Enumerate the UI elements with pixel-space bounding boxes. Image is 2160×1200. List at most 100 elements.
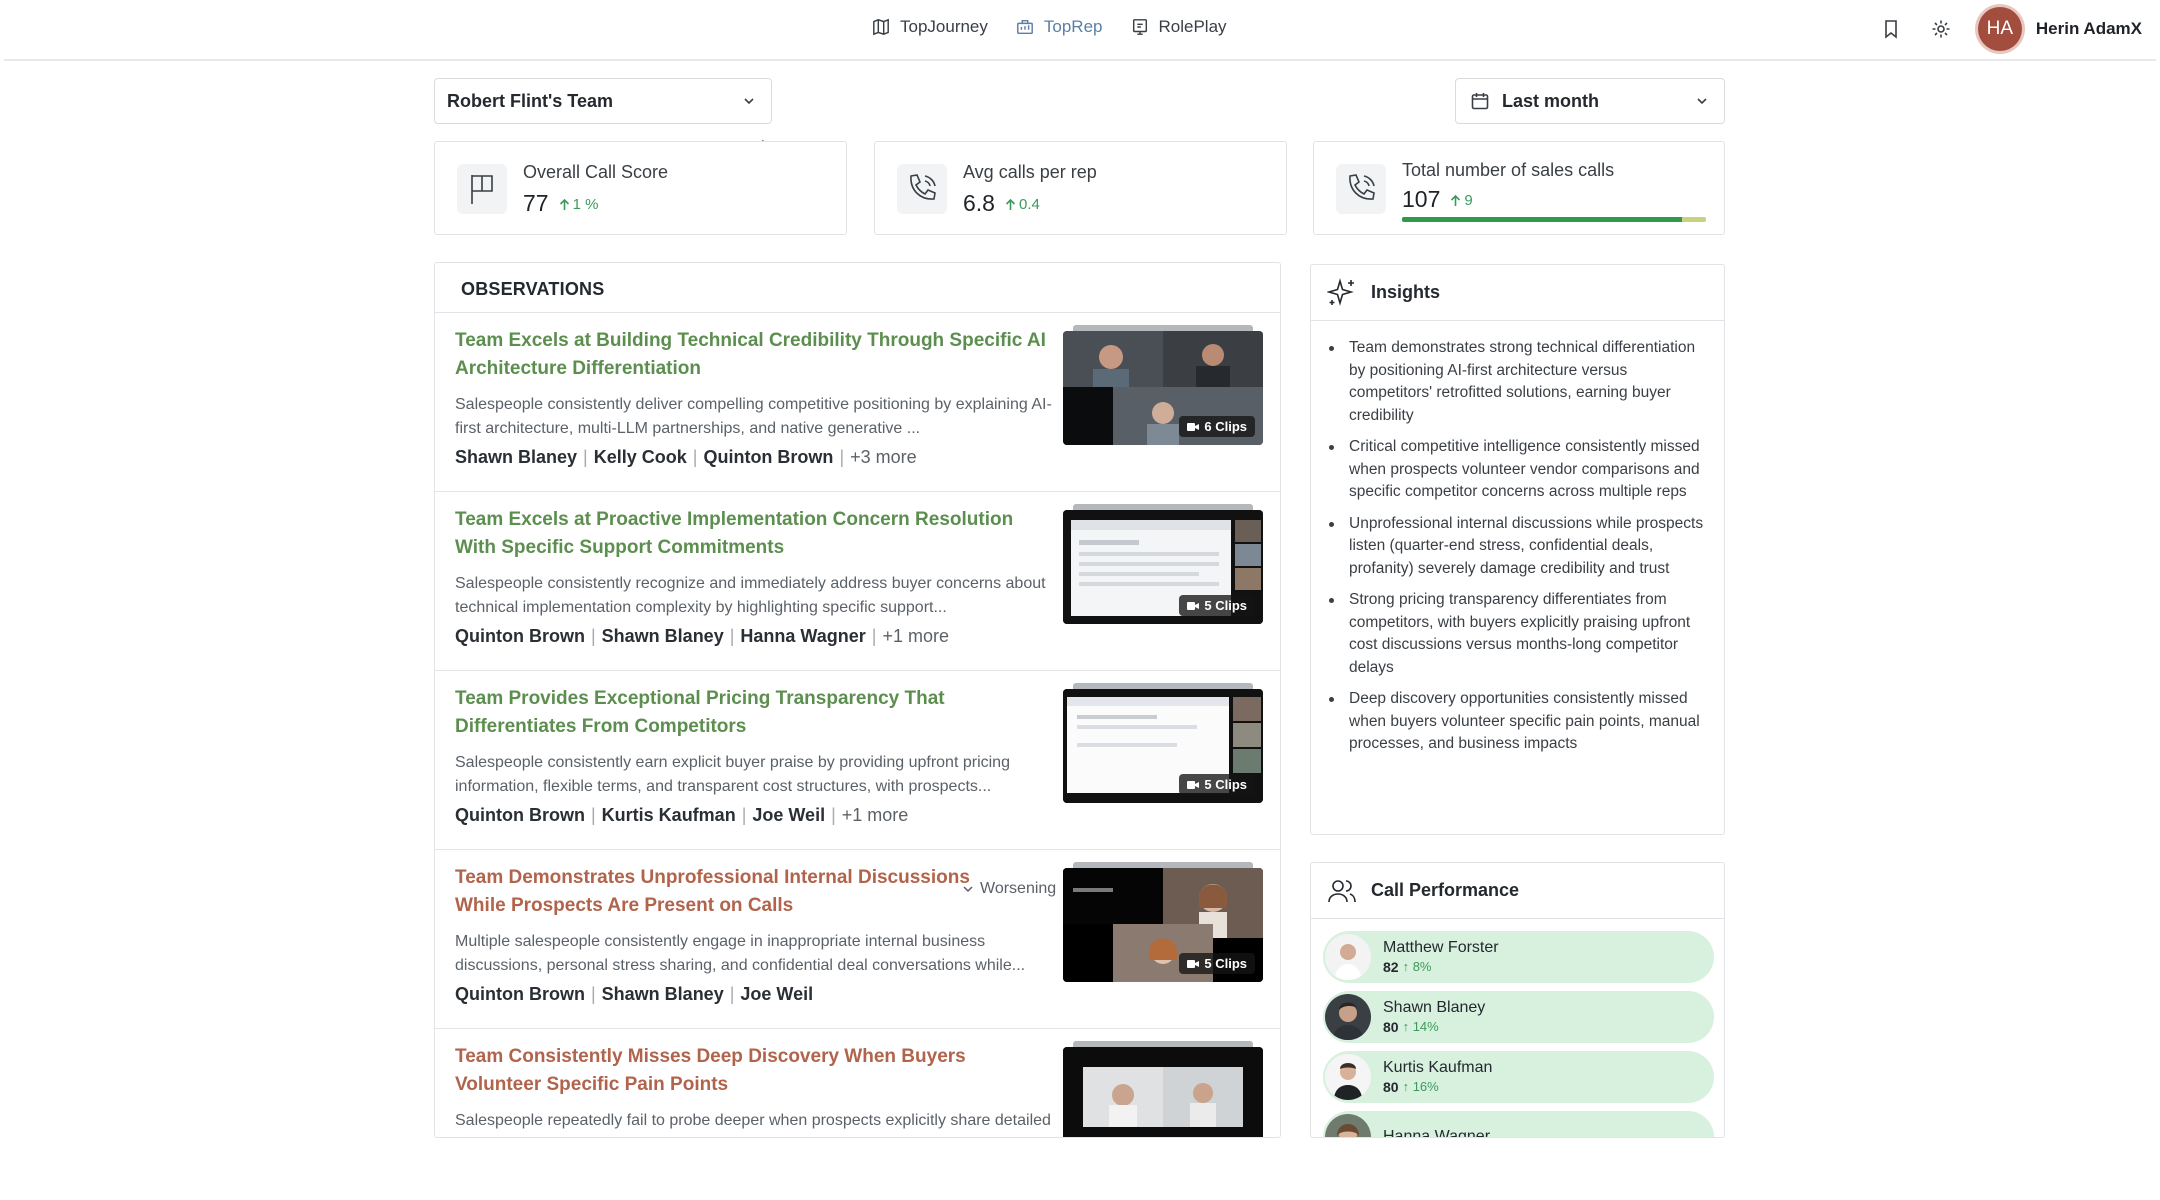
clips-badge: 5 Clips <box>1179 774 1255 795</box>
clips-badge: 6 Clips <box>1179 416 1255 437</box>
call-performance-title: Call Performance <box>1371 880 1520 900</box>
insights-panel: Insights Team demonstrates strong techni… <box>1310 264 1725 835</box>
observations-panel: OBSERVATIONS Team Excels at Building Tec… <box>434 262 1281 1138</box>
call-performance-header: Call Performance <box>1311 863 1724 919</box>
user-name[interactable]: Herin AdamX <box>2036 19 2142 39</box>
person-name[interactable]: Shawn Blaney <box>602 984 724 1005</box>
observation-title[interactable]: Team Provides Exceptional Pricing Transp… <box>455 685 1050 741</box>
rep-change-value: 16% <box>1412 1079 1439 1094</box>
nav-topjourney[interactable]: TopJourney <box>872 17 988 37</box>
bookmark-icon <box>1885 20 1897 39</box>
stat-value-row: 6.8 0.4 <box>963 190 1040 217</box>
rep-name: Shawn Blaney <box>1383 999 1486 1016</box>
team-select-value: Robert Flint's Team <box>447 90 613 111</box>
calls-progress-fill <box>1402 217 1682 222</box>
rep-row[interactable]: Shawn Blaney 80 ↑ 14% <box>1323 991 1714 1043</box>
rep-row[interactable]: Matthew Forster 82 ↑ 8% <box>1323 931 1714 983</box>
rep-change-value: 14% <box>1412 1019 1439 1034</box>
insight-item: Deep discovery opportunities consistentl… <box>1327 688 1704 756</box>
rep-score-row: 80 ↑ 16% <box>1383 1078 1492 1096</box>
clip-thumbnail[interactable]: 5 Clips <box>1063 504 1263 624</box>
stat-card-total-calls: Total number of sales calls 107 9 <box>1313 141 1725 235</box>
chart-icon <box>1016 19 1033 35</box>
clips-count: 5 Clips <box>1204 777 1247 792</box>
clip-thumbnail[interactable]: 6 Clips <box>1063 325 1263 445</box>
observation-description: Salespeople consistently deliver compell… <box>455 396 1052 437</box>
video-camera-icon <box>1187 422 1200 431</box>
rep-score: 82 <box>1383 959 1399 975</box>
stat-value-row: 107 9 <box>1402 186 1473 213</box>
more-people-link[interactable]: +1 more <box>842 805 909 826</box>
clips-count: 5 Clips <box>1204 598 1247 613</box>
insights-header: Insights <box>1311 265 1724 321</box>
stat-value: 107 <box>1402 186 1441 212</box>
person-name[interactable]: Kurtis Kaufman <box>602 805 736 826</box>
person-name[interactable]: Quinton Brown <box>455 626 585 647</box>
clip-thumbnail[interactable]: 5 Clips <box>1063 683 1263 803</box>
more-people-link[interactable]: +1 more <box>882 626 949 647</box>
video-frame: 5 Clips <box>1063 868 1263 982</box>
avatar <box>1325 934 1371 980</box>
nav-toprep[interactable]: TopRep <box>1016 17 1103 37</box>
person-name[interactable]: Shawn Blaney <box>455 447 577 468</box>
person-name[interactable]: Quinton Brown <box>455 805 585 826</box>
stat-value-row: 77 1 % <box>523 190 598 217</box>
rep-row[interactable]: Kurtis Kaufman 80 ↑ 16% <box>1323 1051 1714 1103</box>
person-name[interactable]: Kelly Cook <box>594 447 687 468</box>
person-name[interactable]: Joe Weil <box>740 984 813 1005</box>
stat-label: Avg calls per rep <box>963 162 1097 182</box>
person-name[interactable]: Shawn Blaney <box>602 626 724 647</box>
video-frame: 5 Clips <box>1063 510 1263 624</box>
insight-item: Team demonstrates strong technical diffe… <box>1327 337 1704 427</box>
calendar-icon <box>1471 93 1489 110</box>
clip-thumbnail[interactable] <box>1063 1041 1263 1137</box>
stat-value: 77 <box>523 190 549 216</box>
phone-icon <box>1336 164 1386 214</box>
date-range-select[interactable]: Last month <box>1455 78 1725 124</box>
observation-item[interactable]: Team Consistently Misses Deep Discovery … <box>435 1029 1280 1137</box>
rep-row[interactable]: Hanna Wagner <box>1323 1111 1714 1138</box>
chevron-down-icon <box>1697 98 1707 105</box>
observation-item[interactable]: Team Excels at Proactive Implementation … <box>435 492 1280 671</box>
stat-change: 0.4 <box>1005 196 1040 213</box>
trend-label: Worsening <box>980 880 1057 897</box>
observation-title[interactable]: Team Excels at Building Technical Credib… <box>455 327 1050 383</box>
settings-button[interactable] <box>1928 16 1954 42</box>
team-select[interactable]: Robert Flint's Team <box>434 78 772 124</box>
arrow-up-icon <box>1005 198 1016 210</box>
observation-title[interactable]: Team Excels at Proactive Implementation … <box>455 506 1050 562</box>
avatar[interactable]: HA <box>1977 7 2022 51</box>
call-performance-panel: Call Performance Matthew Forster 82 ↑ 8%… <box>1310 862 1725 1138</box>
observation-title[interactable]: Team Consistently Misses Deep Discovery … <box>455 1043 1050 1099</box>
video-frame: 5 Clips <box>1063 689 1263 803</box>
stat-card-avg-calls: Avg calls per rep 6.8 0.4 <box>874 141 1287 235</box>
observation-people: Quinton Brown | Shawn Blaney | Hanna Wagne… <box>455 626 949 647</box>
bookmark-button[interactable] <box>1878 16 1904 42</box>
rep-name: Kurtis Kaufman <box>1383 1059 1493 1076</box>
main-nav: TopJourney TopRep RolePlay <box>872 14 1227 40</box>
person-name[interactable]: Hanna Wagner <box>740 626 865 647</box>
more-people-link[interactable]: +3 more <box>850 447 917 468</box>
clip-thumbnail[interactable]: 5 Clips <box>1063 862 1263 982</box>
nav-roleplay[interactable]: RolePlay <box>1131 17 1227 37</box>
observation-title[interactable]: Team Demonstrates Unprofessional Interna… <box>455 864 975 920</box>
clips-badge: 5 Clips <box>1179 595 1255 616</box>
stat-change: 1 % <box>559 196 598 213</box>
person-name[interactable]: Quinton Brown <box>703 447 833 468</box>
observation-description: Salespeople consistently recognize and i… <box>455 575 1046 616</box>
stat-change-value: 9 <box>1464 192 1473 209</box>
insight-item: Critical competitive intelligence consis… <box>1327 436 1704 504</box>
observation-item[interactable]: Team Demonstrates Unprofessional Interna… <box>435 850 1280 1029</box>
observation-item[interactable]: Team Provides Exceptional Pricing Transp… <box>435 671 1280 850</box>
person-name[interactable]: Quinton Brown <box>455 984 585 1005</box>
chevron-down-icon <box>744 98 754 105</box>
rep-name: Hanna Wagner <box>1383 1128 1491 1138</box>
insight-item: Unprofessional internal discussions whil… <box>1327 513 1704 581</box>
clips-count: 6 Clips <box>1204 419 1247 434</box>
video-camera-icon <box>1187 601 1200 610</box>
stat-change-value: 0.4 <box>1018 196 1040 213</box>
person-name[interactable]: Joe Weil <box>752 805 825 826</box>
arrow-up-icon <box>559 198 569 210</box>
observation-item[interactable]: Team Excels at Building Technical Credib… <box>435 313 1280 492</box>
rep-change: ↑ 8% <box>1402 959 1432 974</box>
